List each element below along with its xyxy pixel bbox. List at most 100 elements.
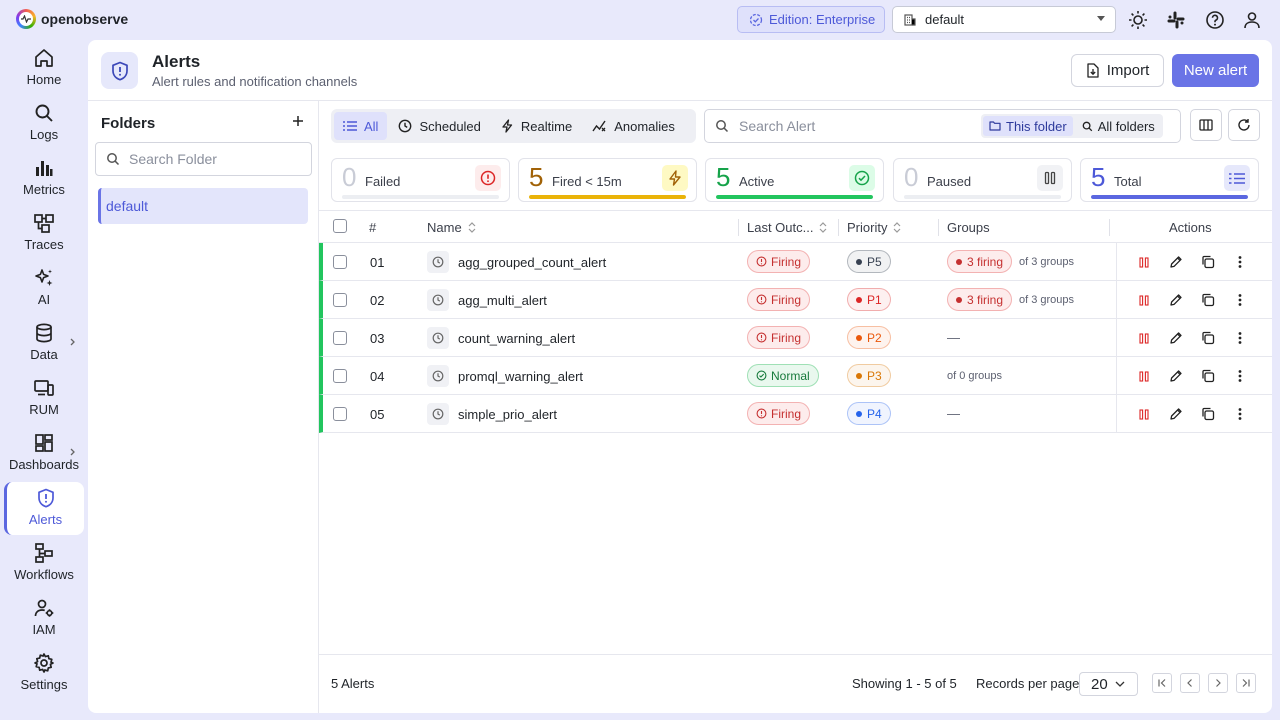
nav-iam[interactable]: IAM: [4, 592, 84, 645]
tab-realtime[interactable]: Realtime: [492, 112, 581, 140]
slack-icon[interactable]: [1166, 10, 1186, 30]
nav-alerts[interactable]: Alerts: [4, 482, 84, 535]
folder-item-default[interactable]: default: [98, 188, 308, 224]
alert-circle-icon: [475, 165, 501, 191]
table-row[interactable]: 01 agg_grouped_count_alert Firing P5 3 firin…: [319, 243, 1272, 281]
stat-value: 0: [904, 162, 919, 192]
nav-label: Alerts: [28, 512, 63, 527]
stat-card-paused[interactable]: 0 Paused: [893, 158, 1072, 202]
page-header: Alerts Alert rules and notification chan…: [88, 40, 1272, 101]
nav-data[interactable]: Data: [4, 317, 84, 370]
pause-icon[interactable]: [1136, 254, 1152, 270]
pause-icon[interactable]: [1136, 292, 1152, 308]
edition-badge[interactable]: Edition: Enterprise: [737, 6, 885, 33]
table-row[interactable]: 05 simple_prio_alert Firing P4 —: [319, 395, 1272, 433]
copy-icon[interactable]: [1200, 292, 1216, 308]
user-profile-icon[interactable]: [1242, 10, 1262, 30]
table-row[interactable]: 02 agg_multi_alert Firing P1 3 firing of 3 gr…: [319, 281, 1272, 319]
pause-icon[interactable]: [1136, 330, 1152, 346]
nav-workflows[interactable]: Workflows: [4, 537, 84, 590]
alert-name[interactable]: promql_warning_alert: [458, 369, 583, 384]
stat-progress: [716, 195, 873, 199]
more-options-icon[interactable]: [1232, 368, 1248, 384]
add-folder-icon[interactable]: [291, 114, 305, 128]
edit-icon[interactable]: [1168, 254, 1184, 270]
nav-logs[interactable]: Logs: [4, 97, 84, 150]
column-priority[interactable]: Priority: [847, 220, 901, 235]
column-name[interactable]: Name: [427, 220, 476, 235]
previous-page-button[interactable]: [1180, 673, 1200, 693]
select-all-checkbox[interactable]: [333, 219, 347, 233]
tab-anomalies[interactable]: Anomalies: [583, 112, 684, 140]
row-number: 04: [370, 369, 385, 384]
next-page-button[interactable]: [1208, 673, 1228, 693]
edit-icon[interactable]: [1168, 368, 1184, 384]
row-checkbox[interactable]: [333, 331, 347, 345]
edit-icon[interactable]: [1168, 292, 1184, 308]
pause-icon[interactable]: [1136, 406, 1152, 422]
alert-name[interactable]: agg_grouped_count_alert: [458, 255, 606, 270]
edit-icon[interactable]: [1168, 330, 1184, 346]
more-options-icon[interactable]: [1232, 330, 1248, 346]
nav-label: IAM: [32, 622, 56, 637]
copy-icon[interactable]: [1200, 330, 1216, 346]
copy-icon[interactable]: [1200, 368, 1216, 384]
column-layout-button[interactable]: [1190, 109, 1222, 141]
copy-icon[interactable]: [1200, 406, 1216, 422]
row-number: 05: [370, 407, 385, 422]
nav-dashboards[interactable]: Dashboards: [4, 427, 84, 480]
refresh-button[interactable]: [1228, 109, 1260, 141]
row-checkbox[interactable]: [333, 369, 347, 383]
alert-name[interactable]: count_warning_alert: [458, 331, 575, 346]
nav-rum[interactable]: RUM: [4, 372, 84, 425]
column-last-outcome[interactable]: Last Outc...: [747, 220, 827, 235]
import-label: Import: [1106, 62, 1150, 79]
scope-all-folders[interactable]: All folders: [1076, 116, 1161, 136]
stat-value: 5: [529, 162, 544, 192]
edit-icon[interactable]: [1168, 406, 1184, 422]
tab-scheduled[interactable]: Scheduled: [389, 112, 489, 140]
row-checkbox[interactable]: [333, 293, 347, 307]
pagination-summary: Showing 1 - 5 of 5: [852, 676, 957, 691]
new-alert-button[interactable]: New alert: [1172, 54, 1259, 87]
last-page-button[interactable]: [1236, 673, 1256, 693]
more-options-icon[interactable]: [1232, 254, 1248, 270]
more-options-icon[interactable]: [1232, 292, 1248, 308]
table-row[interactable]: 04 promql_warning_alert Normal P3 of 0 group…: [319, 357, 1272, 395]
stat-card-active[interactable]: 5 Active: [705, 158, 884, 202]
nav-settings[interactable]: Settings: [4, 647, 84, 700]
stat-label: Active: [739, 174, 775, 189]
clock-icon: [427, 365, 449, 387]
row-checkbox[interactable]: [333, 407, 347, 421]
nav-metrics[interactable]: Metrics: [4, 152, 84, 205]
last-page-icon: [1242, 679, 1250, 687]
workflow-icon: [35, 543, 53, 563]
nav-ai[interactable]: AI: [4, 262, 84, 315]
more-options-icon[interactable]: [1232, 406, 1248, 422]
stat-card-total[interactable]: 5 Total: [1080, 158, 1259, 202]
records-per-page-select[interactable]: 20: [1079, 672, 1138, 696]
folder-search-input[interactable]: Search Folder: [95, 142, 312, 176]
app-logo[interactable]: openobserve: [16, 9, 128, 29]
stat-card-fired[interactable]: 5 Fired < 15m: [518, 158, 697, 202]
table-row[interactable]: 03 count_warning_alert Firing P2 —: [319, 319, 1272, 357]
nav-traces[interactable]: Traces: [4, 207, 84, 260]
pause-icon[interactable]: [1136, 368, 1152, 384]
lightning-icon: [662, 165, 688, 191]
alert-name[interactable]: simple_prio_alert: [458, 407, 557, 422]
copy-icon[interactable]: [1200, 254, 1216, 270]
row-checkbox[interactable]: [333, 255, 347, 269]
folder-label: default: [106, 198, 149, 214]
scope-this-folder[interactable]: This folder: [983, 116, 1073, 136]
first-page-button[interactable]: [1152, 673, 1172, 693]
alert-circle-icon: [756, 256, 767, 267]
shield-alert-icon: [101, 52, 138, 89]
tab-all[interactable]: All: [334, 112, 388, 140]
alert-name[interactable]: agg_multi_alert: [458, 293, 547, 308]
import-button[interactable]: Import: [1071, 54, 1164, 87]
nav-home[interactable]: Home: [4, 42, 84, 95]
help-icon[interactable]: [1205, 10, 1225, 30]
organization-select[interactable]: default: [892, 6, 1116, 33]
theme-toggle-sun-icon[interactable]: [1128, 10, 1148, 30]
stat-card-failed[interactable]: 0 Failed: [331, 158, 510, 202]
